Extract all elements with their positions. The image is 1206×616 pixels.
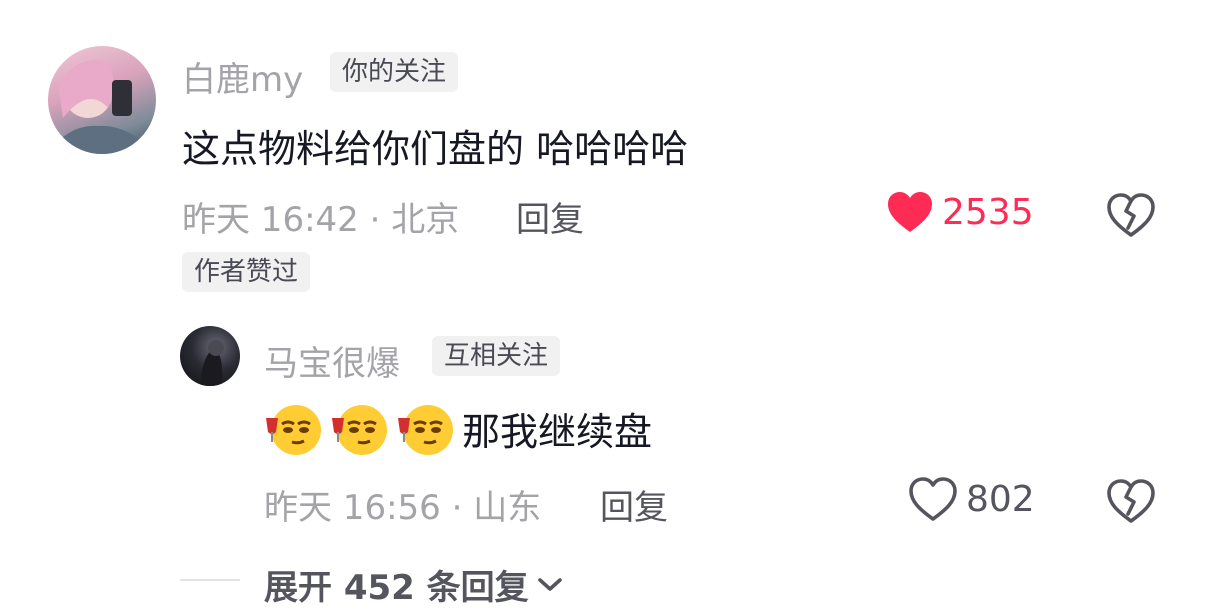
relation-tag: 你的关注 xyxy=(330,52,459,92)
reply-button[interactable]: 回复 xyxy=(516,192,584,241)
broken-heart-icon xyxy=(1106,193,1156,242)
expand-replies-button[interactable]: 展开 452 条回复 xyxy=(264,560,563,609)
chevron-down-icon xyxy=(537,576,563,594)
toast-emoji-icon xyxy=(264,398,324,458)
comment-like-button[interactable]: 2535 xyxy=(886,190,1034,234)
reply-text-line: 那我继续盘 xyxy=(264,398,652,458)
broken-heart-icon xyxy=(1106,479,1156,528)
reply-like-count: 802 xyxy=(966,478,1035,520)
reply-like-button[interactable]: 802 xyxy=(908,476,1035,522)
comment-time-location: 昨天 16:42 · 北京 xyxy=(182,200,460,240)
comment-avatar[interactable] xyxy=(48,46,156,154)
toast-emoji-icon xyxy=(396,398,456,458)
reply-time-location: 昨天 16:56 · 山东 xyxy=(264,488,542,528)
author-liked-badge: 作者赞过 xyxy=(182,252,311,292)
toast-emoji-icon xyxy=(330,398,390,458)
avatar-portrait-graphic xyxy=(48,60,156,154)
comment-like-count: 2535 xyxy=(942,191,1034,233)
expand-divider xyxy=(180,579,240,581)
comment-author[interactable]: 白鹿my xyxy=(182,52,303,101)
expand-replies-label: 展开 452 条回复 xyxy=(264,568,529,608)
reply-avatar[interactable] xyxy=(180,326,240,386)
heart-outline-icon xyxy=(908,476,958,522)
reply-dislike-button[interactable] xyxy=(1106,478,1156,528)
relation-tag: 互相关注 xyxy=(432,336,561,376)
reply-button[interactable]: 回复 xyxy=(600,480,668,529)
reply-author[interactable]: 马宝很爆 xyxy=(264,336,400,385)
comment-dislike-button[interactable] xyxy=(1106,192,1156,242)
heart-filled-icon xyxy=(886,190,934,234)
avatar-portrait-graphic xyxy=(200,340,224,386)
comment-text: 这点物料给你们盘的 哈哈哈哈 xyxy=(182,127,689,171)
reply-text: 那我继续盘 xyxy=(462,409,653,454)
